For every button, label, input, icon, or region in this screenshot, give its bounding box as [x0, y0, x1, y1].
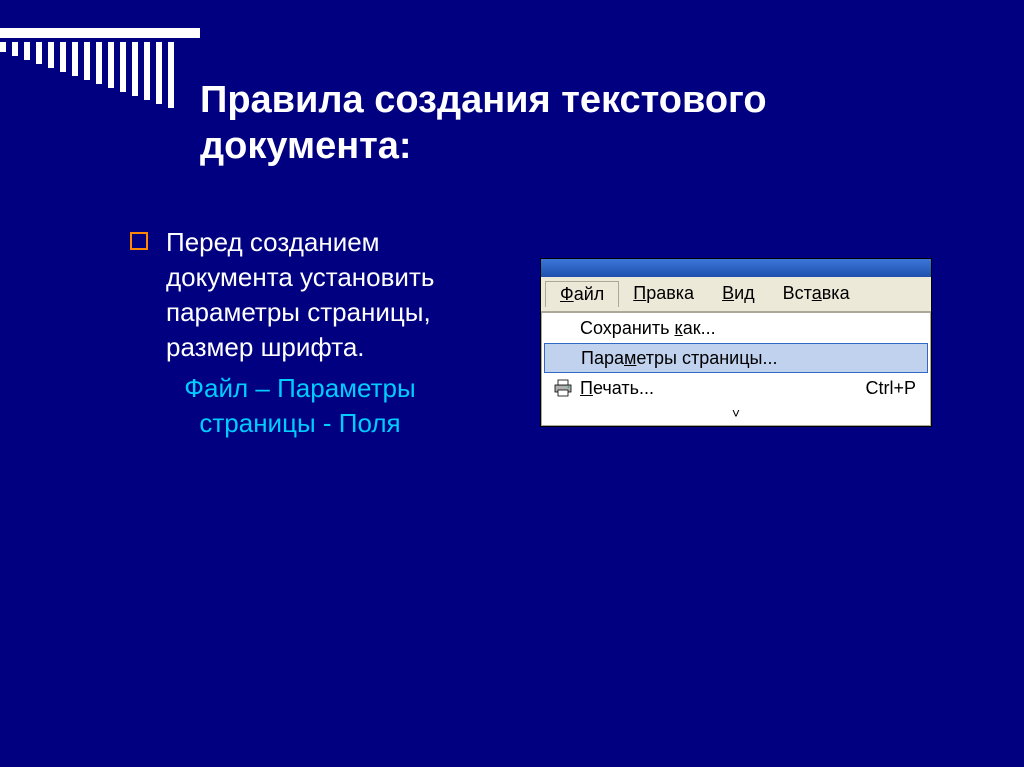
- menu-insert[interactable]: Вставка: [769, 281, 864, 306]
- menu-insert-post: вка: [822, 283, 850, 303]
- menubar: Файл Правка Вид Вставка: [541, 277, 931, 312]
- menuitem-page-setup[interactable]: Параметры страницы...: [544, 343, 928, 373]
- menuitem-save-as[interactable]: Сохранить как...: [542, 313, 930, 343]
- menuitem-print-shortcut: Ctrl+P: [865, 378, 916, 399]
- bullet-item: Перед созданием документа установить пар…: [130, 225, 470, 365]
- bullet-marker: [130, 232, 148, 250]
- menuitem-print-label: Печать...: [580, 378, 865, 399]
- slide-title: Правила создания текстового документа:: [200, 78, 900, 169]
- menu-insert-pre: Вст: [783, 283, 812, 303]
- menu-file-accel: Ф: [560, 284, 574, 304]
- window-titlebar: [541, 259, 931, 277]
- printer-icon: [546, 379, 580, 397]
- menu-view-accel: В: [722, 283, 734, 303]
- slide-body: Перед созданием документа установить пар…: [130, 225, 470, 442]
- menu-view[interactable]: Вид: [708, 281, 769, 306]
- saveas-post: ак...: [683, 318, 716, 338]
- menu-edit[interactable]: Правка: [619, 281, 708, 306]
- menu-file[interactable]: Файл: [545, 281, 619, 307]
- menuitem-page-setup-label: Параметры страницы...: [581, 348, 915, 369]
- saveas-pre: Сохранить: [580, 318, 674, 338]
- decor-bar-horizontal: [0, 28, 200, 38]
- pagesetup-post: етры страницы...: [636, 348, 777, 368]
- menu-edit-accel: П: [633, 283, 646, 303]
- file-dropdown: Сохранить как... Параметры страницы...: [541, 312, 931, 426]
- print-post: ечать...: [593, 378, 654, 398]
- menu-insert-accel: а: [812, 283, 822, 303]
- menu-screenshot: Файл Правка Вид Вставка Сохранить как...: [540, 258, 932, 427]
- pagesetup-accel: м: [624, 348, 636, 368]
- menuitem-save-as-label: Сохранить как...: [580, 318, 916, 339]
- pagesetup-pre: Пара: [581, 348, 624, 368]
- menu-edit-post: равка: [646, 283, 694, 303]
- print-accel: П: [580, 378, 593, 398]
- expand-chevron-icon[interactable]: ˅: [542, 403, 930, 425]
- slide: Правила создания текстового документа: П…: [0, 0, 1024, 767]
- decor-bars-vertical: [0, 42, 174, 108]
- menu-view-post: ид: [734, 283, 755, 303]
- menuitem-print[interactable]: Печать... Ctrl+P: [542, 373, 930, 403]
- bullet-text: Перед созданием документа установить пар…: [166, 225, 470, 365]
- menu-file-post: айл: [574, 284, 605, 304]
- saveas-accel: к: [674, 318, 682, 338]
- highlight-text: Файл – Параметры страницы - Поля: [130, 371, 470, 441]
